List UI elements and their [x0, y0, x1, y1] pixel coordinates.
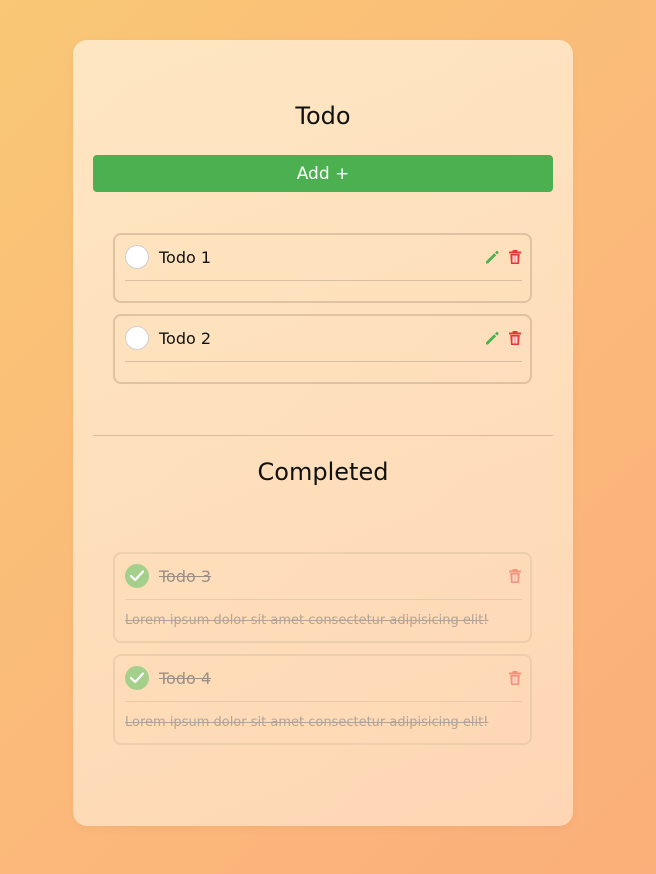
todo-card: Todo Add + Todo 1 Todo 2 Completed Todo …	[73, 40, 573, 826]
todo-checkbox[interactable]	[125, 245, 149, 269]
trash-icon[interactable]	[507, 249, 523, 265]
todo-item: Todo 2	[113, 314, 532, 384]
completed-item-label[interactable]: Todo 3	[159, 567, 211, 586]
trash-icon[interactable]	[507, 670, 523, 686]
todo-item-divider	[125, 361, 522, 362]
check-icon	[129, 570, 145, 582]
completed-title: Completed	[257, 458, 389, 486]
completed-item-divider	[125, 599, 522, 600]
completed-item-description: Lorem ipsum dolor sit amet consectetur a…	[125, 715, 489, 730]
todo-item-row: Todo 1	[125, 244, 522, 272]
completed-item-row: Todo 4	[125, 665, 522, 693]
completed-item-label[interactable]: Todo 4	[159, 669, 211, 688]
completed-item: Todo 3 Lorem ipsum dolor sit amet consec…	[113, 552, 532, 643]
completed-item-divider	[125, 701, 522, 702]
completed-checkbox[interactable]	[125, 666, 149, 690]
pencil-icon[interactable]	[484, 249, 500, 265]
completed-item-description: Lorem ipsum dolor sit amet consectetur a…	[125, 613, 489, 628]
completed-item-row: Todo 3	[125, 563, 522, 591]
check-icon	[129, 672, 145, 684]
trash-icon[interactable]	[507, 568, 523, 584]
completed-checkbox[interactable]	[125, 564, 149, 588]
completed-item: Todo 4 Lorem ipsum dolor sit amet consec…	[113, 654, 532, 745]
todo-item: Todo 1	[113, 233, 532, 303]
todo-item-row: Todo 2	[125, 325, 522, 353]
todo-item-label[interactable]: Todo 1	[159, 248, 211, 267]
todo-title: Todo	[295, 102, 351, 130]
todo-checkbox[interactable]	[125, 326, 149, 350]
add-todo-button[interactable]: Add +	[93, 155, 553, 192]
pencil-icon[interactable]	[484, 330, 500, 346]
section-divider	[93, 435, 553, 436]
todo-item-divider	[125, 280, 522, 281]
todo-item-label[interactable]: Todo 2	[159, 329, 211, 348]
trash-icon[interactable]	[507, 330, 523, 346]
